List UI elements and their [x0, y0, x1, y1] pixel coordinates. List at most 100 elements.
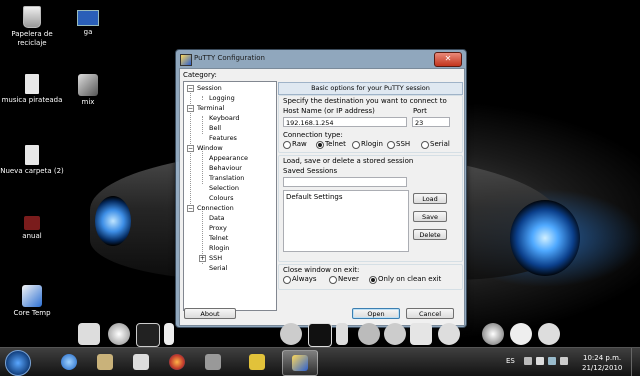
cancel-button[interactable]: Cancel	[406, 308, 454, 319]
radio-raw[interactable]	[283, 141, 291, 149]
folder-icon	[25, 145, 39, 165]
tree-item-bell[interactable]: Bell	[209, 124, 221, 132]
sessions-list[interactable]: Default Settings	[283, 190, 409, 252]
list-item[interactable]: Default Settings	[286, 193, 343, 201]
radio-only-on-clean-exit-label: Only on clean exit	[378, 275, 442, 283]
desktop-icon-mix[interactable]: mix	[56, 74, 120, 107]
refresh-icon[interactable]	[358, 323, 380, 345]
desktop-icon-ga[interactable]: ga	[56, 10, 120, 37]
battery-icon[interactable]	[548, 357, 556, 365]
taskbar-internet-explorer[interactable]	[52, 350, 86, 374]
gear-icon[interactable]	[280, 323, 302, 345]
brush-icon[interactable]	[336, 323, 348, 345]
window-icon[interactable]	[308, 323, 332, 347]
clock-date[interactable]: 21/12/2010	[582, 364, 622, 372]
radio-serial[interactable]	[421, 141, 429, 149]
radio-only-on-clean-exit[interactable]	[369, 276, 377, 284]
tree-item-data[interactable]: Data	[209, 214, 225, 222]
show-desktop-button[interactable]	[631, 348, 640, 376]
tree-item-proxy[interactable]: Proxy	[209, 224, 227, 232]
tree-item-session[interactable]: Session	[197, 84, 222, 92]
mp3-icon[interactable]	[410, 323, 432, 345]
file-icon	[24, 216, 40, 230]
close-button[interactable]: ✕	[434, 52, 462, 67]
start-button[interactable]	[5, 350, 31, 376]
saved-sessions-input[interactable]	[283, 177, 407, 187]
disc-icon[interactable]	[510, 323, 532, 345]
port-input[interactable]: 23	[412, 117, 450, 127]
load-button[interactable]: Load	[413, 193, 447, 204]
tree-item-selection[interactable]: Selection	[209, 184, 239, 192]
tree-item-translation[interactable]: Translation	[209, 174, 244, 182]
internet-explorer-icon	[61, 354, 77, 370]
power-icon[interactable]	[438, 323, 460, 345]
taskbar-firefox[interactable]	[160, 350, 194, 374]
network-icon[interactable]	[536, 357, 544, 365]
taskbar-media-player[interactable]	[124, 350, 158, 374]
host-label: Host Name (or IP address)	[283, 107, 375, 115]
desktop-icon-label: anual	[22, 232, 42, 240]
tree-item-telnet[interactable]: Telnet	[209, 234, 228, 242]
desktop-icon-recycle-bin[interactable]: Papelera de reciclaje	[0, 6, 64, 48]
clock-time[interactable]: 10:24 p.m.	[583, 354, 621, 362]
expand-toggle[interactable]: −	[187, 85, 194, 92]
desktop-icon-nueva-carpeta[interactable]: Nueva carpeta (2)	[0, 145, 64, 176]
expand-toggle[interactable]: −	[187, 145, 194, 152]
title-bar[interactable]: PuTTY Configuration ✕	[176, 50, 466, 68]
desktop-icon-label: musica pirateada	[1, 96, 63, 104]
radio-always-label: Always	[292, 275, 317, 283]
taskbar-explorer[interactable]	[88, 350, 122, 374]
tree-item-rlogin[interactable]: Rlogin	[209, 244, 229, 252]
file-icon	[249, 354, 265, 370]
saved-sessions-label: Saved Sessions	[283, 167, 338, 175]
radio-rlogin[interactable]	[352, 141, 360, 149]
open-button[interactable]: Open	[352, 308, 400, 319]
category-tree[interactable]: − Session Logging − Terminal Keyboard Be…	[183, 81, 277, 311]
desktop-icon-core-temp[interactable]: Core Temp	[0, 285, 64, 318]
desktop-icon-musica-pirateada[interactable]: musica pirateada	[0, 74, 64, 105]
lightning-icon[interactable]	[164, 323, 174, 345]
taskbar-putty[interactable]	[282, 350, 318, 376]
mp3-icon	[133, 354, 149, 370]
tree-item-ssh[interactable]: SSH	[209, 254, 222, 262]
language-indicator[interactable]: ES	[506, 357, 515, 365]
tree-item-keyboard[interactable]: Keyboard	[209, 114, 240, 122]
destination-label: Specify the destination you want to conn…	[283, 97, 447, 105]
tree-item-features[interactable]: Features	[209, 134, 237, 142]
radio-always[interactable]	[283, 276, 291, 284]
tree-item-behaviour[interactable]: Behaviour	[209, 164, 242, 172]
desktop-icon-anual[interactable]: anual	[0, 216, 64, 241]
volume-icon[interactable]	[560, 357, 568, 365]
radio-ssh[interactable]	[387, 141, 395, 149]
tree-item-window[interactable]: Window	[197, 144, 223, 152]
dialog-client-area: Category: − Session Logging − Terminal K…	[179, 68, 465, 326]
radio-telnet[interactable]	[316, 141, 324, 149]
lightbulb-icon[interactable]	[108, 323, 130, 345]
connection-type-label: Connection type:	[283, 131, 343, 139]
user-icon[interactable]	[384, 323, 406, 345]
expand-toggle[interactable]: −	[187, 105, 194, 112]
host-name-input[interactable]: 192.168.1.254	[283, 117, 407, 127]
save-button[interactable]: Save	[413, 211, 447, 222]
tree-item-connection[interactable]: Connection	[197, 204, 234, 212]
tree-item-appearance[interactable]: Appearance	[209, 154, 248, 162]
taskbar-file[interactable]	[240, 350, 274, 374]
taskbar: ES 10:24 p.m. 21/12/2010	[0, 347, 640, 376]
calculator-icon[interactable]	[78, 323, 100, 345]
dock-bar	[70, 322, 600, 348]
tree-item-colours[interactable]: Colours	[209, 194, 233, 202]
tray-expand-icon[interactable]	[524, 357, 532, 365]
about-button[interactable]: About	[184, 308, 236, 319]
expand-toggle[interactable]: +	[199, 255, 206, 262]
tree-item-terminal[interactable]: Terminal	[197, 104, 224, 112]
tree-item-logging[interactable]: Logging	[209, 94, 235, 102]
radio-never[interactable]	[329, 276, 337, 284]
close-window-label: Close window on exit:	[283, 266, 360, 274]
tree-item-serial[interactable]: Serial	[209, 264, 227, 272]
taskbar-app[interactable]	[196, 350, 230, 374]
terminal-icon[interactable]	[136, 323, 160, 347]
sync-icon[interactable]	[538, 323, 560, 345]
delete-button[interactable]: Delete	[413, 229, 447, 240]
webcam-icon[interactable]	[482, 323, 504, 345]
expand-toggle[interactable]: −	[187, 205, 194, 212]
